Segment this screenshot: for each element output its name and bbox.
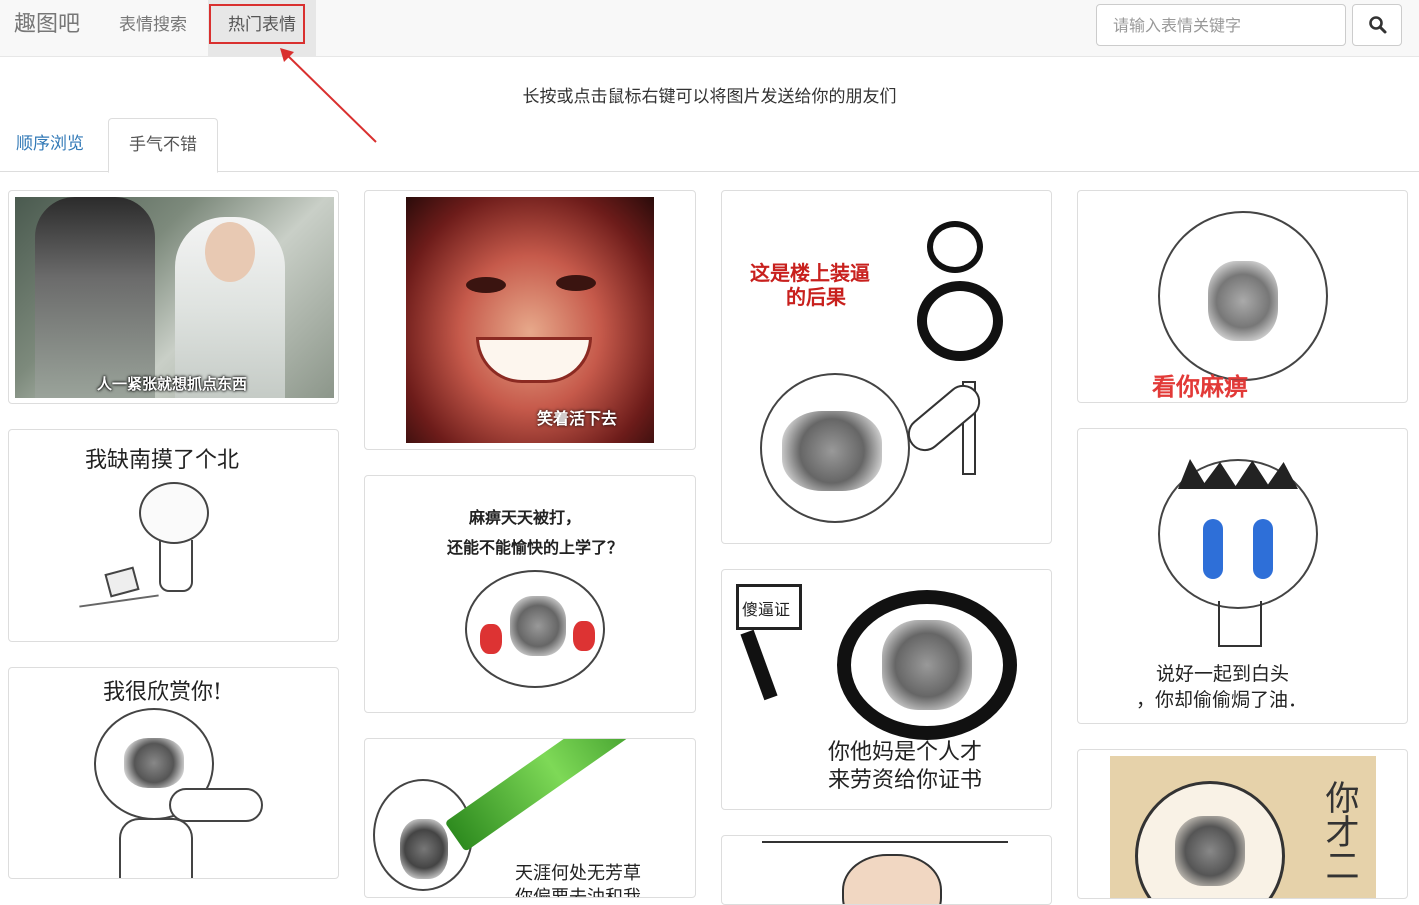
meme-face-icon — [842, 854, 942, 904]
tab-feeling-lucky[interactable]: 手气不错 — [108, 118, 218, 173]
meme-card[interactable]: 说好一起到白头 ，你却偷偷焗了油． — [1077, 428, 1408, 724]
meme-caption: 天涯何处无芳草 — [515, 863, 641, 884]
highlight-annotation-box — [209, 4, 305, 44]
meme-card[interactable]: 人一紧张就想抓点东西 — [8, 190, 339, 404]
meme-card[interactable]: 你才二 — [1077, 749, 1408, 899]
meme-caption-line2: 还能不能愉快的上学了？ — [447, 538, 624, 557]
meme-card[interactable]: 我缺南摸了个北 — [8, 429, 339, 642]
search-button[interactable] — [1352, 4, 1402, 46]
meme-caption-line3: 来劳资给你证书 — [828, 768, 983, 793]
meme-caption: 说好一起到白头 — [1156, 663, 1290, 685]
meme-card[interactable]: 傻逼证 你他妈是个人才 来劳资给你证书 — [721, 569, 1052, 810]
meme-face-icon — [139, 482, 209, 544]
meme-card[interactable]: 天涯何处无芳草 你偏要去油和我 — [364, 738, 696, 898]
meme-card[interactable]: 麻痹天天被打， 还能不能愉快的上学了？ — [364, 475, 696, 713]
browse-tabs: 顺序浏览 手气不错 — [0, 118, 1419, 173]
top-navbar: 趣图吧 表情搜索 热门表情 — [0, 0, 1419, 57]
share-hint-text: 长按或点击鼠标右键可以将图片发送给你的朋友们 — [522, 87, 897, 107]
meme-caption: 傻逼证 — [742, 600, 791, 619]
search-icon — [1369, 16, 1387, 34]
meme-caption: 我很欣赏你! — [103, 680, 222, 705]
meme-image-photo — [15, 197, 334, 398]
meme-caption: 看你麻痹 — [1152, 372, 1248, 401]
meme-caption: 人一紧张就想抓点东西 — [97, 375, 248, 393]
panda-icon — [897, 221, 1027, 361]
meme-caption-line2: ，你却偷偷焗了油． — [1136, 689, 1308, 711]
brand-logo[interactable]: 趣图吧 — [14, 10, 80, 40]
search-input[interactable] — [1096, 4, 1346, 46]
meme-caption: 笑着活下去 — [537, 409, 618, 428]
tab-sequential-browse[interactable]: 顺序浏览 — [16, 118, 84, 172]
meme-card[interactable]: 看你麻痹 — [1077, 190, 1408, 403]
meme-card[interactable]: 这是楼上装逼 的后果 — [721, 190, 1052, 544]
meme-caption-line2: 的后果 — [786, 285, 846, 309]
meme-caption: 麻痹天天被打， — [469, 508, 582, 527]
meme-caption: 我缺南摸了个北 — [85, 448, 240, 473]
meme-card[interactable] — [721, 835, 1052, 905]
meme-caption: 你才二 — [1319, 780, 1359, 882]
meme-card[interactable]: 我很欣赏你! — [8, 667, 339, 879]
meme-card[interactable]: 笑着活下去 — [364, 190, 696, 450]
nav-link-emoji-search[interactable]: 表情搜索 — [108, 0, 198, 57]
